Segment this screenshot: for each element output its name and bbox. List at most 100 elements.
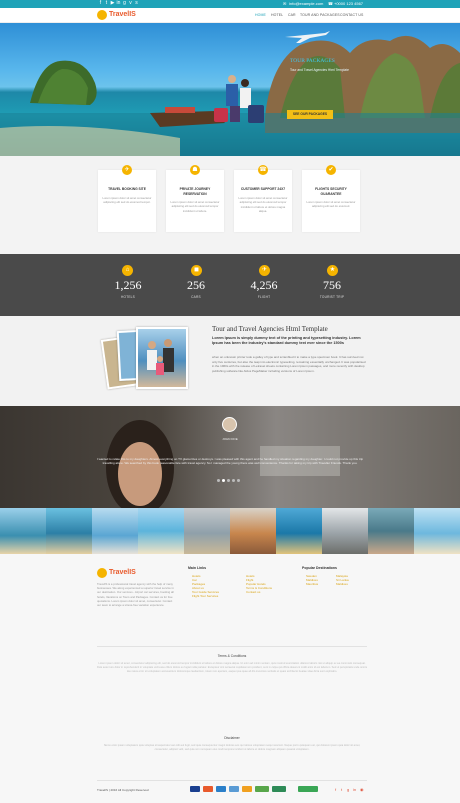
testimonial-name: JOHN DOE bbox=[222, 437, 238, 441]
feature-card[interactable]: ✔ FLIGHTS SECURITY GUARANTEE Lorem ipsum… bbox=[302, 165, 360, 232]
gallery-image[interactable] bbox=[0, 508, 46, 554]
feature-text: Lorem ipsum dolor sit amet consectetur a… bbox=[102, 196, 152, 205]
feature-text: Lorem ipsum dolor sit amet consectetur a… bbox=[238, 196, 288, 213]
stat-flight-value: 4,256 bbox=[250, 278, 278, 292]
google-plus-icon[interactable]: g bbox=[122, 1, 127, 6]
feature-card[interactable]: ☎ CUSTOMER SUPPORT 24X7 Lorem ipsum dolo… bbox=[234, 165, 292, 232]
features-section bbox=[0, 156, 460, 254]
nav-hotel[interactable]: HOTEL bbox=[271, 13, 283, 17]
verisign-icon bbox=[255, 786, 269, 792]
secure-badge-icon bbox=[298, 786, 318, 792]
facebook-icon[interactable]: f bbox=[335, 787, 336, 792]
feature-card[interactable]: ✈ TRAVEL BOOKING SITE Lorem ipsum dolor … bbox=[98, 165, 156, 232]
footer-logo-text[interactable]: TravelIS bbox=[109, 569, 136, 576]
footer-link[interactable]: Mauritius bbox=[306, 582, 318, 586]
main-links-col1: Hotels Car Packages About us Tour Guide … bbox=[192, 574, 219, 598]
copyright-text: TravelIS | 2016 All Copyright Reserved bbox=[97, 788, 149, 792]
hotel-icon: ⌂ bbox=[122, 265, 133, 276]
about-text: when an unknown printer took a galley of… bbox=[212, 355, 366, 373]
footer-link[interactable]: Contact us bbox=[246, 590, 272, 594]
disclaimer-text: Nemo enim ipsam voluptatem quia voluptas… bbox=[103, 744, 361, 752]
gallery-image[interactable] bbox=[276, 508, 322, 554]
globe-icon: ✈ bbox=[122, 165, 132, 175]
feature-text: Lorem ipsum dolor sit amet consectetur a… bbox=[306, 200, 356, 209]
rss-icon[interactable]: ◉ bbox=[360, 787, 364, 792]
feature-title: TRAVEL BOOKING SITE bbox=[108, 187, 146, 191]
logo-text[interactable]: TravelIS bbox=[109, 11, 136, 18]
slider-dot-active[interactable] bbox=[222, 479, 225, 482]
footer-link[interactable]: Flight Tour Services bbox=[192, 594, 219, 598]
feature-title: FLIGHTS SECURITY GUARANTEE bbox=[315, 187, 347, 196]
top-phone[interactable]: +0000 123 4567 bbox=[334, 1, 363, 7]
feature-title: PRIVATE JOURNEY RESERVATION bbox=[179, 187, 211, 196]
linkedin-icon[interactable]: in bbox=[353, 787, 356, 792]
nav-contact[interactable]: CONTACT US bbox=[340, 13, 363, 17]
nav-car[interactable]: CAR bbox=[288, 13, 296, 17]
briefcase-icon: ☗ bbox=[190, 165, 200, 175]
ssl-icon bbox=[272, 786, 286, 792]
linkedin-icon[interactable]: in bbox=[116, 1, 121, 6]
discover-icon bbox=[242, 786, 252, 792]
top-bar bbox=[0, 0, 460, 8]
gallery-image[interactable] bbox=[230, 508, 276, 554]
about-photo-family bbox=[136, 327, 188, 389]
gallery-image[interactable] bbox=[184, 508, 230, 554]
mastercard-icon bbox=[203, 786, 213, 792]
footer bbox=[0, 554, 460, 803]
email-icon: ✉ bbox=[283, 1, 287, 6]
main-links-heading: Main Links bbox=[188, 566, 207, 570]
paypal-icon bbox=[216, 786, 226, 792]
top-email[interactable]: info@example.com bbox=[289, 1, 323, 7]
nav-tour-packages[interactable]: TOUR AND PACKAGES bbox=[300, 13, 340, 17]
vk-icon[interactable]: v bbox=[128, 1, 133, 6]
gallery-image[interactable] bbox=[46, 508, 92, 554]
stat-hotels-label: HOTELS bbox=[121, 295, 135, 299]
feature-title: CUSTOMER SUPPORT 24X7 bbox=[240, 187, 286, 191]
twitter-icon[interactable]: t bbox=[104, 1, 109, 6]
visa-icon bbox=[190, 786, 200, 792]
google-plus-icon[interactable]: g bbox=[347, 787, 349, 792]
youtube-icon[interactable]: ▶ bbox=[110, 1, 115, 6]
shield-icon: ✔ bbox=[326, 165, 336, 175]
gallery-image[interactable] bbox=[138, 508, 184, 554]
logo-icon[interactable] bbox=[97, 10, 107, 20]
main-links-col2: Hotels Flight Popular Hotels Terms & Con… bbox=[246, 574, 272, 594]
stat-flight-label: FLIGHT bbox=[257, 295, 271, 299]
divider bbox=[97, 646, 367, 647]
testimonial-avatar bbox=[222, 417, 237, 432]
gallery-image[interactable] bbox=[368, 508, 414, 554]
footer-link[interactable]: Maldives bbox=[336, 582, 349, 586]
trip-icon: ★ bbox=[327, 265, 338, 276]
facebook-icon[interactable]: f bbox=[98, 1, 103, 6]
about-title: Tour and Travel Agencies Html Template bbox=[212, 325, 328, 333]
slider-dot[interactable] bbox=[232, 479, 235, 482]
slider-dot[interactable] bbox=[237, 479, 240, 482]
feature-card[interactable]: ☗ PRIVATE JOURNEY RESERVATION Lorem ipsu… bbox=[166, 165, 224, 232]
destinations-col1: Sweden Maldives Mauritius bbox=[306, 574, 318, 586]
amex-icon bbox=[229, 786, 239, 792]
gallery-image[interactable] bbox=[414, 508, 460, 554]
feature-text: Lorem ipsum dolor sit amet consectetur a… bbox=[170, 200, 220, 213]
stat-trip-value: 756 bbox=[323, 278, 341, 292]
hero-banner bbox=[0, 23, 460, 156]
slider-dot[interactable] bbox=[217, 479, 220, 482]
gallery-image[interactable] bbox=[92, 508, 138, 554]
gallery-image[interactable] bbox=[322, 508, 368, 554]
see-packages-button[interactable]: SEE OUR PACKAGES bbox=[287, 110, 333, 119]
footer-description: TravelIS is a professional travel agency… bbox=[97, 582, 174, 608]
car-icon: ◼ bbox=[191, 265, 202, 276]
terms-heading: Terms & Conditions bbox=[217, 654, 247, 658]
phone-icon: ☎ bbox=[328, 1, 333, 6]
slider-dot[interactable] bbox=[227, 479, 230, 482]
testimonial-quote: I wanted to relate this to my daughters.… bbox=[96, 457, 364, 466]
hero-title: TOUR PACKAGES bbox=[290, 58, 335, 64]
skype-icon[interactable]: s bbox=[134, 1, 139, 6]
stats-section bbox=[0, 254, 460, 316]
hero-image bbox=[0, 31, 460, 156]
nav-home[interactable]: HOME bbox=[255, 13, 266, 17]
twitter-icon[interactable]: t bbox=[341, 787, 342, 792]
footer-logo-icon[interactable] bbox=[97, 568, 107, 578]
about-lead: Lorem Ipsum is simply dummy text of the … bbox=[212, 336, 361, 345]
destinations-heading: Popular Destinations bbox=[302, 566, 338, 570]
disclaimer-heading: Disclaimer bbox=[224, 736, 240, 740]
